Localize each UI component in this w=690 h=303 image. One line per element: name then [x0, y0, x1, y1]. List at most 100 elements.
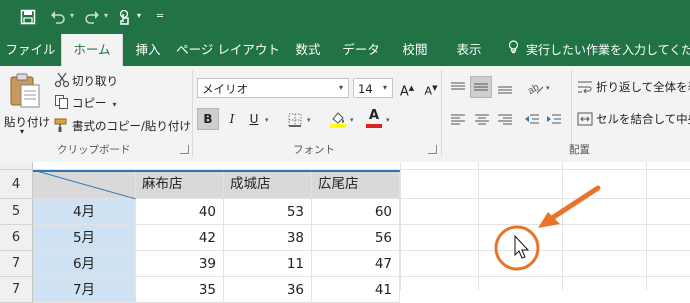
- undo-dropdown-icon[interactable]: ▾: [70, 11, 74, 20]
- tell-me-text: 実行したい作業を入力してください: [526, 43, 690, 57]
- row-header-6[interactable]: 6: [0, 225, 33, 251]
- increase-indent-icon[interactable]: [546, 112, 562, 126]
- orientation-icon[interactable]: ab: [526, 78, 544, 97]
- svg-text:ab: ab: [526, 82, 542, 96]
- align-right-icon[interactable]: [497, 112, 513, 126]
- merge-center-button[interactable]: セルを結合して中央: [596, 111, 690, 127]
- decrease-indent-icon[interactable]: [524, 112, 540, 126]
- lightbulb-icon: [508, 34, 522, 66]
- table-row-month[interactable]: 5月: [33, 225, 136, 251]
- clipboard-launcher-icon[interactable]: [180, 145, 189, 154]
- orientation-dropdown-icon[interactable]: ▾: [546, 84, 550, 92]
- font-name-select[interactable]: メイリオ ▾: [197, 78, 349, 98]
- save-icon[interactable]: [20, 9, 36, 29]
- table-cell[interactable]: 41: [312, 277, 400, 303]
- italic-button[interactable]: I: [221, 108, 243, 130]
- underline-button[interactable]: U: [243, 108, 265, 130]
- diagonal-line: [33, 170, 136, 199]
- tab-formulas[interactable]: 数式: [283, 34, 333, 66]
- table-cell[interactable]: 11: [224, 251, 312, 277]
- paste-button[interactable]: 貼り付け: [4, 114, 50, 130]
- table-row-month[interactable]: 7月: [33, 277, 136, 303]
- group-divider: [192, 70, 193, 156]
- borders-icon[interactable]: [288, 112, 302, 127]
- table-cell[interactable]: 56: [312, 225, 400, 251]
- annotation-overlay: [494, 185, 601, 271]
- font-color-button[interactable]: A: [365, 109, 383, 129]
- font-group-label: フォント: [293, 144, 335, 156]
- table-cell[interactable]: 60: [312, 199, 400, 225]
- underline-dropdown-icon[interactable]: ▾: [265, 116, 269, 124]
- copy-button[interactable]: コピー ▾: [72, 95, 117, 111]
- gridline: [478, 162, 479, 290]
- wrap-text-button[interactable]: 折り返して全体を表: [596, 79, 690, 95]
- tell-me-box[interactable]: 実行したい作業を入力してください: [508, 34, 690, 66]
- row-header-7[interactable]: 7: [0, 251, 33, 277]
- wrap-text-icon: [577, 79, 593, 95]
- ribbon-home: 貼り付け ▾ 切り取り コピー ▾ 書式のコピー/貼り付け クリップボード メイリ…: [0, 66, 690, 163]
- format-painter-button[interactable]: 書式のコピー/貼り付け: [72, 118, 191, 134]
- tab-insert[interactable]: 挿入: [123, 34, 173, 66]
- paste-icon[interactable]: [8, 72, 44, 112]
- undo-icon[interactable]: [50, 9, 66, 29]
- header-cell-hiroo[interactable]: 広尾店: [312, 170, 400, 199]
- font-color-icon: A: [368, 108, 380, 123]
- merge-center-icon: [577, 111, 593, 127]
- grow-font-button[interactable]: A▲: [396, 77, 418, 99]
- scissors-icon: [54, 72, 70, 88]
- align-middle-icon[interactable]: [470, 76, 492, 98]
- table-row-month[interactable]: 4月: [33, 199, 136, 225]
- tab-page-layout[interactable]: ページ レイアウト: [173, 34, 283, 66]
- row-header-4[interactable]: 4: [0, 170, 33, 199]
- table-cell[interactable]: 42: [136, 225, 224, 251]
- table-cell[interactable]: 35: [136, 277, 224, 303]
- redo-icon[interactable]: [84, 9, 100, 29]
- paste-label: 貼り付け: [4, 115, 50, 129]
- tab-view[interactable]: 表示: [441, 34, 497, 66]
- borders-dropdown-icon[interactable]: ▾: [307, 116, 311, 124]
- copy-label: コピー: [72, 96, 107, 110]
- tab-review[interactable]: 校閲: [389, 34, 441, 66]
- chevron-down-icon: ▾: [338, 83, 343, 92]
- customize-qat-icon[interactable]: ═: [157, 11, 163, 22]
- header-cell-azabu[interactable]: 麻布店: [136, 170, 224, 199]
- corner-diagonal-cell[interactable]: [33, 170, 136, 199]
- header-cell-seijo[interactable]: 成城店: [224, 170, 312, 199]
- copy-dropdown-icon[interactable]: ▾: [113, 100, 117, 109]
- table-cell[interactable]: 36: [224, 277, 312, 303]
- title-bar: ▾ ▾ ▾ ═: [0, 0, 690, 34]
- alignment-group-label: 配置: [569, 144, 590, 156]
- table-cell[interactable]: 53: [224, 199, 312, 225]
- redo-dropdown-icon[interactable]: ▾: [104, 11, 108, 20]
- cut-button[interactable]: 切り取り: [72, 73, 118, 89]
- align-center-icon[interactable]: [474, 112, 490, 126]
- row-header-5[interactable]: 5: [0, 199, 33, 225]
- touch-mode-icon[interactable]: [117, 9, 133, 31]
- annotation-arrow-icon: [538, 185, 601, 228]
- row-header-8[interactable]: 7: [0, 277, 33, 303]
- font-size-select[interactable]: 14 ▾: [353, 78, 393, 98]
- font-color-swatch: [366, 124, 382, 128]
- align-bottom-icon[interactable]: [497, 80, 513, 94]
- touch-mode-dropdown-icon[interactable]: ▾: [137, 11, 141, 20]
- table-cell[interactable]: 38: [224, 225, 312, 251]
- table-cell[interactable]: 39: [136, 251, 224, 277]
- gridline: [400, 162, 401, 290]
- tab-data[interactable]: データ: [333, 34, 389, 66]
- tab-file[interactable]: ファイル: [0, 34, 61, 66]
- font-color-dropdown-icon[interactable]: ▾: [386, 116, 390, 124]
- mouse-cursor-icon: [514, 234, 530, 259]
- align-left-icon[interactable]: [450, 112, 466, 126]
- bold-button[interactable]: B: [197, 108, 219, 130]
- shrink-font-button[interactable]: A▼: [420, 77, 442, 99]
- font-launcher-icon[interactable]: [428, 145, 437, 154]
- fill-color-icon[interactable]: [329, 110, 347, 128]
- table-cell[interactable]: 47: [312, 251, 400, 277]
- align-top-icon[interactable]: [450, 80, 466, 94]
- table-row-month[interactable]: 6月: [33, 251, 136, 277]
- format-painter-icon: [54, 117, 70, 133]
- table-cell[interactable]: 40: [136, 199, 224, 225]
- tab-home[interactable]: ホーム: [61, 34, 123, 66]
- fill-color-dropdown-icon[interactable]: ▾: [350, 116, 354, 124]
- paste-dropdown-icon[interactable]: ▾: [20, 127, 24, 136]
